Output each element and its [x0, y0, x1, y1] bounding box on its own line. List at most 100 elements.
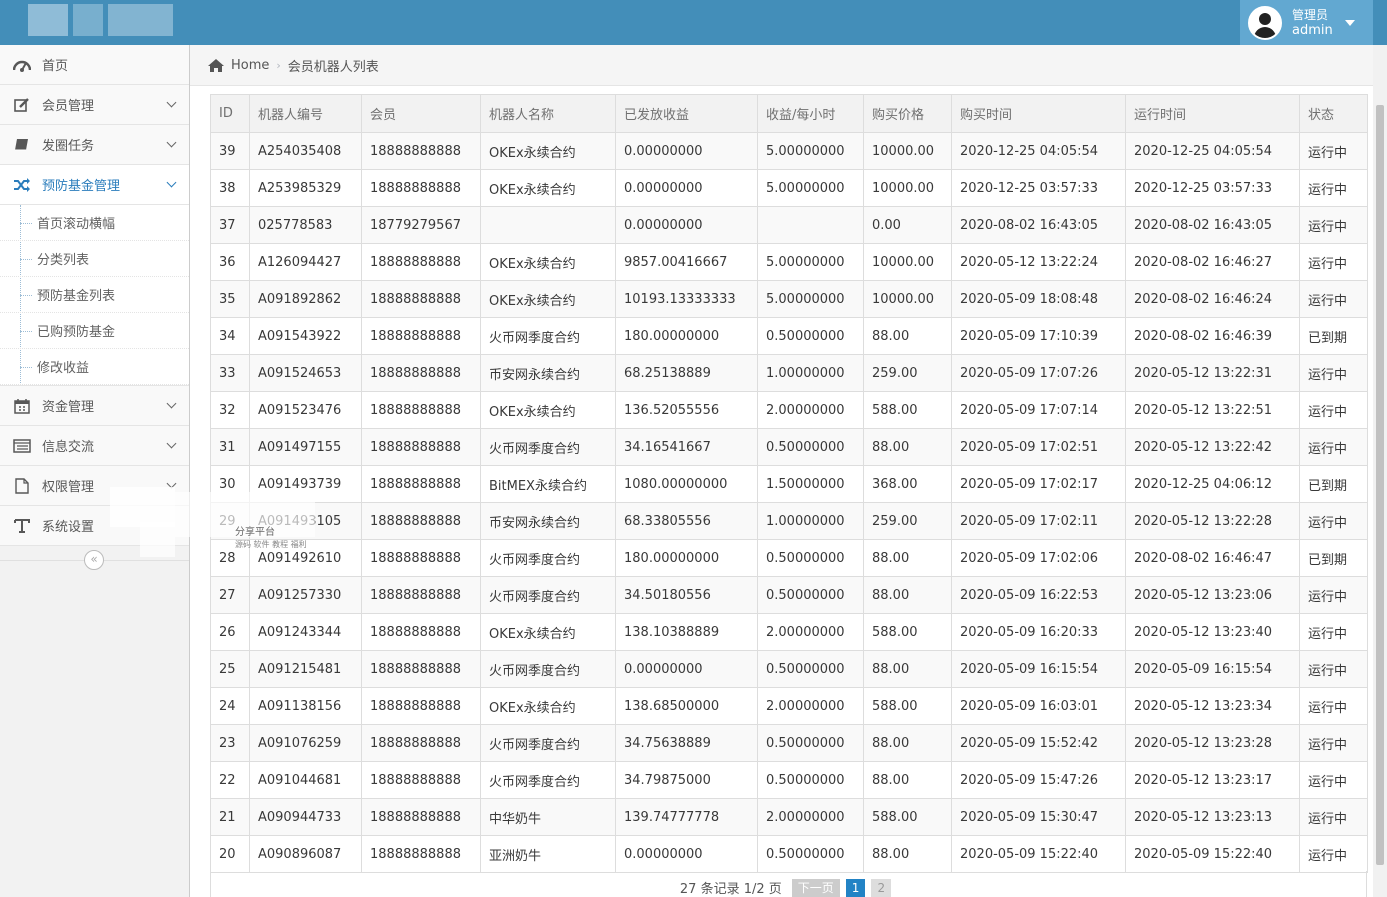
table-row[interactable]: 30 A091493739 18888888888 BitMEX永续合约 1080.00… [210, 465, 1368, 503]
cell-member: 18888888888 [361, 354, 481, 392]
table-row[interactable]: 27 A091257330 18888888888 火币网季度合约 34.5018055… [210, 576, 1368, 614]
cell-id: 32 [210, 391, 250, 429]
sidebar-item-members[interactable]: 会员管理 [0, 85, 189, 125]
submenu-item-categories[interactable]: 分类列表 [0, 241, 189, 277]
user-menu[interactable]: 管理员 admin [1240, 0, 1373, 45]
sidebar-item-messages[interactable]: 信息交流 [0, 426, 189, 466]
cell-price: 0.00 [863, 206, 952, 244]
robot-table-container: ID 机器人编号 会员 机器人名称 已发放收益 收益/每小时 购买价格 购买时间 运行时间 状态 … [210, 94, 1368, 873]
table-row[interactable]: 36 A126094427 18888888888 OKEx永续合约 9857.0041… [210, 243, 1368, 281]
cell-purchase-time: 2020-05-09 15:47:26 [951, 761, 1126, 799]
sidebar-item-tasks[interactable]: 发圈任务 [0, 125, 189, 165]
table-row[interactable]: 26 A091243344 18888888888 OKEx永续合约 138.10388… [210, 613, 1368, 651]
cell-purchase-time: 2020-05-09 15:52:42 [951, 724, 1126, 762]
table-header-row: ID 机器人编号 会员 机器人名称 已发放收益 收益/每小时 购买价格 购买时间 运行时间 状态 [210, 94, 1368, 133]
cell-purchase-time: 2020-05-09 16:03:01 [951, 687, 1126, 725]
submenu-item-edit-earnings[interactable]: 修改收益 [0, 349, 189, 385]
cell-run-time: 2020-05-09 15:22:40 [1125, 835, 1300, 873]
cell-price: 588.00 [863, 391, 952, 429]
table-row[interactable]: 29A09149310518888888888币安网永续合约68.3380555… [210, 502, 1368, 540]
table-row[interactable]: 25 A091215481 18888888888 火币网季度合约 0.00000000… [210, 650, 1368, 688]
cell-robot-name: 火币网季度合约 [480, 650, 616, 688]
table-row[interactable]: 37 025778583 18779279567 0.00000000 0.00 2020… [210, 206, 1368, 244]
user-role: 管理员 [1292, 7, 1329, 22]
cell-robot-number: A091523476 [249, 391, 362, 429]
cell-robot-name: OKEx永续合约 [480, 280, 616, 318]
table-row[interactable]: 35 A091892862 18888888888 OKEx永续合约 10193.133… [210, 280, 1368, 318]
sidebar-item-label: 权限管理 [42, 480, 95, 495]
table-row[interactable]: 39 A254035408 18888888888 OKEx永续合约 0.0000000… [210, 132, 1368, 170]
cell-purchase-time: 2020-05-09 17:02:51 [951, 428, 1126, 466]
table-row[interactable]: 38 A253985329 18888888888 OKEx永续合约 0.0000000… [210, 169, 1368, 207]
sidebar-item-label: 会员管理 [42, 99, 95, 114]
cell-earnings-paid: 68.25138889 [615, 354, 758, 392]
cell-price: 88.00 [863, 724, 952, 762]
cell-price: 368.00 [863, 465, 952, 503]
cell-id: 21 [210, 798, 250, 836]
cell-robot-number: A254035408 [249, 132, 362, 170]
cell-hourly-earnings: 2.00000000 [757, 687, 864, 725]
page-scrollbar[interactable] [1373, 45, 1387, 897]
table-row[interactable]: 28 A091492610 18888888888 火币网季度合约 180.000000… [210, 539, 1368, 577]
breadcrumb-home-link[interactable]: Home [207, 58, 269, 73]
top-navbar: 管理员 admin [0, 0, 1387, 45]
cell-member: 18779279567 [361, 206, 481, 244]
cell-earnings-paid: 0.00000000 [615, 206, 758, 244]
cell-earnings-paid: 0.00000000 [615, 132, 758, 170]
table-row[interactable]: 34 A091543922 18888888888 火币网季度合约 180.000000… [210, 317, 1368, 355]
cell-hourly-earnings: 5.00000000 [757, 169, 864, 207]
cell-status: 运行中 [1299, 243, 1368, 281]
cell-run-time: 2020-08-02 16:46:47 [1125, 539, 1300, 577]
cell-id: 25 [210, 650, 250, 688]
table-row[interactable]: 21 A090944733 18888888888 中华奶牛 139.74777778 2… [210, 798, 1368, 836]
table-row[interactable]: 24 A091138156 18888888888 OKEx永续合约 138.68500… [210, 687, 1368, 725]
pagination: 27 条记录 1/2 页 下一页 1 2 [210, 871, 1367, 897]
table-row[interactable]: 31 A091497155 18888888888 火币网季度合约 34.1654166… [210, 428, 1368, 466]
cell-purchase-time: 2020-05-09 17:07:14 [951, 391, 1126, 429]
brand-logo[interactable] [18, 0, 193, 40]
cell-id: 20 [210, 835, 250, 873]
cell-hourly-earnings: 2.00000000 [757, 391, 864, 429]
table-row[interactable]: 22 A091044681 18888888888 火币网季度合约 34.7987500… [210, 761, 1368, 799]
submenu-item-banner[interactable]: 首页滚动横幅 [0, 205, 189, 241]
sidebar-item-fund-management[interactable]: 预防基金管理 [0, 165, 189, 205]
cell-robot-name: 火币网季度合约 [480, 539, 616, 577]
watermark-subtext: 源码 软件 教程 福利 [235, 540, 307, 549]
table-row[interactable]: 32 A091523476 18888888888 OKEx永续合约 136.52055… [210, 391, 1368, 429]
table-row[interactable]: 20 A090896087 18888888888 亚洲奶牛 0.00000000 0.5… [210, 835, 1368, 873]
column-header: 已发放收益 [615, 94, 758, 133]
scrollbar-thumb[interactable] [1376, 105, 1384, 865]
cell-run-time: 2020-08-02 16:46:24 [1125, 280, 1300, 318]
sidebar-collapse-button[interactable]: « [84, 550, 104, 570]
dashboard-icon [12, 57, 32, 73]
cell-earnings-paid: 1080.00000000 [615, 465, 758, 503]
cell-status: 运行中 [1299, 798, 1368, 836]
cell-run-time: 2020-05-12 13:22:42 [1125, 428, 1300, 466]
sidebar: 首页 会员管理 发圈任务 预防基金管理 首页滚动横幅 分类列表 预防基金列表 已… [0, 45, 190, 897]
cell-hourly-earnings: 0.50000000 [757, 650, 864, 688]
cell-member: 18888888888 [361, 761, 481, 799]
table-row[interactable]: 33 A091524653 18888888888 币安网永续合约 68.2513888… [210, 354, 1368, 392]
cell-status: 运行中 [1299, 761, 1368, 799]
cell-id: 35 [210, 280, 250, 318]
cell-price: 88.00 [863, 539, 952, 577]
page-button[interactable]: 2 [871, 879, 892, 897]
table-row[interactable]: 23 A091076259 18888888888 火币网季度合约 34.7563888… [210, 724, 1368, 762]
cell-earnings-paid: 34.50180556 [615, 576, 758, 614]
cell-id: 38 [210, 169, 250, 207]
cell-price: 259.00 [863, 354, 952, 392]
cell-id: 33 [210, 354, 250, 392]
cell-hourly-earnings: 0.50000000 [757, 835, 864, 873]
submenu-item-purchased-funds[interactable]: 已购预防基金 [0, 313, 189, 349]
cell-price: 10000.00 [863, 280, 952, 318]
next-page-button[interactable]: 下一页 [791, 879, 840, 897]
table-body: 39 A254035408 18888888888 OKEx永续合约 0.0000000… [210, 132, 1368, 873]
cell-purchase-time: 2020-05-09 18:08:48 [951, 280, 1126, 318]
cell-member: 18888888888 [361, 391, 481, 429]
page-button-current[interactable]: 1 [845, 879, 866, 897]
cell-robot-number: A091497155 [249, 428, 362, 466]
submenu-item-fund-list[interactable]: 预防基金列表 [0, 277, 189, 313]
sidebar-item-finance[interactable]: 资金管理 [0, 386, 189, 426]
cell-robot-name: 火币网季度合约 [480, 576, 616, 614]
sidebar-item-home[interactable]: 首页 [0, 45, 189, 85]
